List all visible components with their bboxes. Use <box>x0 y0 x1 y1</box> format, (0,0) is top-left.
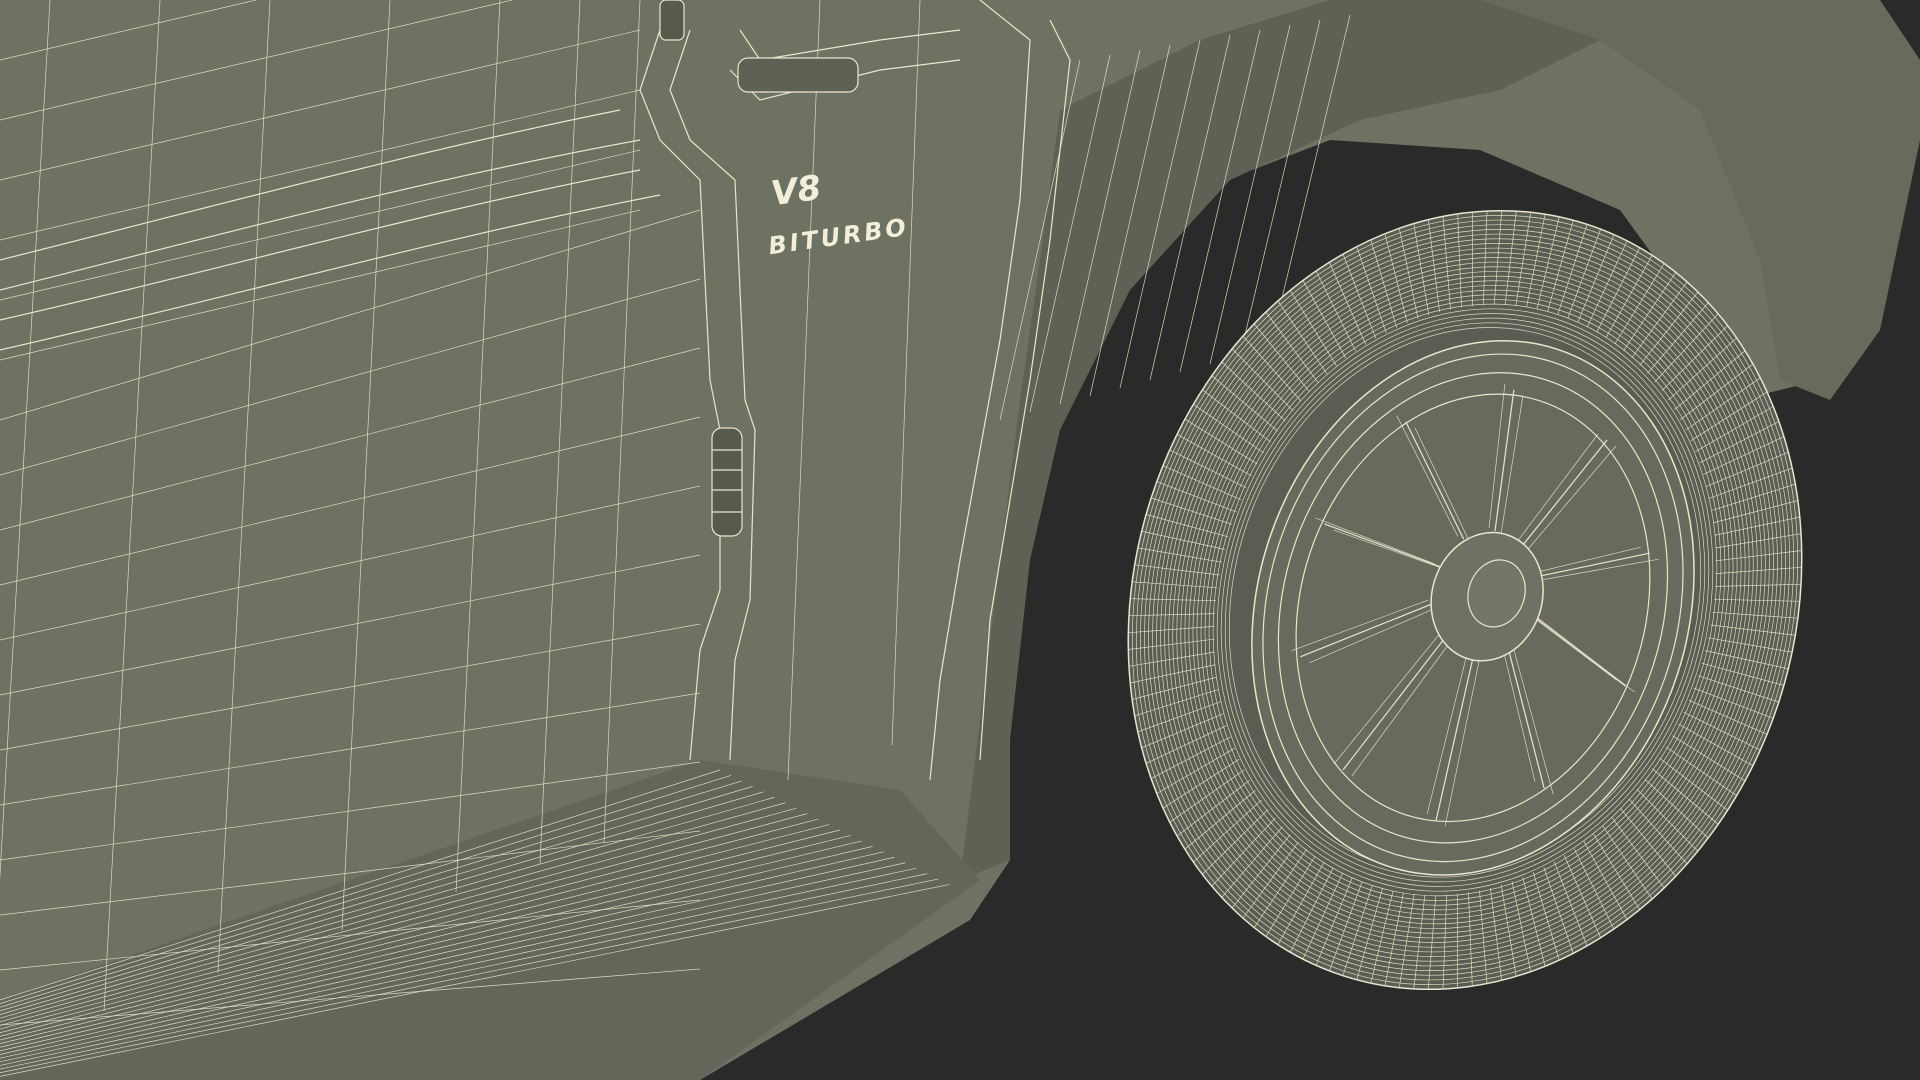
badge-model-text: V8 <box>769 168 824 215</box>
door-hinge <box>711 427 743 537</box>
wireframe-render: V8 BITURBO <box>0 0 1920 1080</box>
render-viewport: V8 BITURBO <box>0 0 1920 1080</box>
